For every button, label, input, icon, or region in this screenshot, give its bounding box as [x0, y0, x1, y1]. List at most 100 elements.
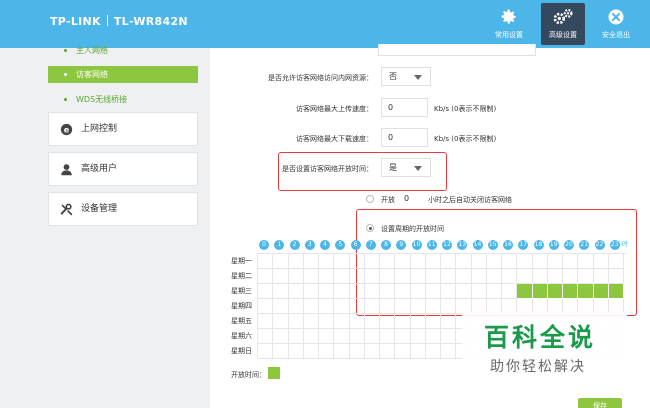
sidebar-menu-device-management[interactable]: 设备管理: [48, 192, 198, 226]
schedule-cell[interactable]: [364, 314, 380, 329]
schedule-cell[interactable]: [471, 269, 487, 284]
common-settings-button[interactable]: 常用设置: [487, 0, 531, 48]
schedule-cell[interactable]: [334, 299, 350, 314]
schedule-cell[interactable]: [486, 284, 502, 299]
schedule-cell[interactable]: [410, 284, 426, 299]
schedule-cell[interactable]: [578, 269, 594, 284]
schedule-cell[interactable]: [563, 254, 579, 269]
schedule-cell[interactable]: [425, 344, 441, 359]
schedule-cell-open[interactable]: [532, 284, 548, 299]
sidebar-item-host-network[interactable]: 主人网络: [48, 42, 198, 59]
schedule-cell[interactable]: [425, 269, 441, 284]
schedule-cell[interactable]: [425, 284, 441, 299]
schedule-cell[interactable]: [303, 269, 319, 284]
schedule-cell[interactable]: [273, 254, 289, 269]
schedule-cell[interactable]: [273, 299, 289, 314]
advanced-settings-button[interactable]: 高级设置: [541, 3, 585, 45]
schedule-cell[interactable]: [395, 254, 411, 269]
schedule-cell[interactable]: [547, 254, 563, 269]
schedule-cell[interactable]: [364, 269, 380, 284]
schedule-cell-open[interactable]: [593, 284, 609, 299]
day-label[interactable]: 星期一: [231, 256, 252, 266]
schedule-cell[interactable]: [349, 254, 365, 269]
hour-label[interactable]: 8: [381, 240, 391, 250]
schedule-cell[interactable]: [441, 329, 457, 344]
schedule-cell[interactable]: [319, 284, 335, 299]
schedule-cell[interactable]: [303, 314, 319, 329]
schedule-cell[interactable]: [441, 254, 457, 269]
schedule-cell[interactable]: [258, 299, 274, 314]
schedule-cell[interactable]: [547, 269, 563, 284]
save-button[interactable]: 保存: [578, 398, 622, 408]
day-label[interactable]: 星期三: [231, 286, 252, 296]
schedule-cell[interactable]: [334, 329, 350, 344]
schedule-cell[interactable]: [273, 284, 289, 299]
schedule-cell[interactable]: [380, 284, 396, 299]
day-label[interactable]: 星期二: [231, 271, 252, 281]
schedule-cell[interactable]: [502, 269, 518, 284]
schedule-cell[interactable]: [319, 299, 335, 314]
schedule-cell[interactable]: [349, 314, 365, 329]
schedule-cell[interactable]: [502, 254, 518, 269]
day-label[interactable]: 星期六: [231, 331, 252, 341]
schedule-cell[interactable]: [395, 329, 411, 344]
hour-label[interactable]: 11: [426, 240, 437, 250]
day-label[interactable]: 星期日: [231, 346, 252, 356]
schedule-cell[interactable]: [319, 269, 335, 284]
schedule-cell[interactable]: [410, 344, 426, 359]
schedule-cell[interactable]: [410, 314, 426, 329]
schedule-cell[interactable]: [258, 329, 274, 344]
schedule-cell[interactable]: [303, 254, 319, 269]
schedule-cell[interactable]: [288, 314, 304, 329]
day-label[interactable]: 星期五: [231, 316, 252, 326]
schedule-cell[interactable]: [486, 254, 502, 269]
schedule-cell[interactable]: [319, 344, 335, 359]
schedule-cell[interactable]: [349, 269, 365, 284]
schedule-cell[interactable]: [456, 284, 472, 299]
hour-label[interactable]: 3: [304, 240, 315, 250]
schedule-cell-open[interactable]: [608, 284, 624, 299]
hour-label[interactable]: 12: [442, 240, 452, 250]
schedule-cell[interactable]: [288, 269, 304, 284]
schedule-cell[interactable]: [395, 314, 411, 329]
hour-label[interactable]: 14: [472, 240, 483, 250]
schedule-cell[interactable]: [273, 344, 289, 359]
set-time-select[interactable]: 是: [381, 158, 431, 177]
schedule-cell[interactable]: [517, 269, 533, 284]
schedule-cell[interactable]: [258, 314, 274, 329]
schedule-cell[interactable]: [288, 299, 304, 314]
allow-intranet-select[interactable]: 否: [381, 67, 431, 86]
schedule-cell[interactable]: [502, 284, 518, 299]
schedule-cell[interactable]: [380, 269, 396, 284]
schedule-cell[interactable]: [258, 254, 274, 269]
schedule-cell[interactable]: [425, 254, 441, 269]
periodic-time-radio[interactable]: [366, 224, 374, 232]
schedule-cell[interactable]: [441, 284, 457, 299]
schedule-cell[interactable]: [456, 269, 472, 284]
schedule-cell[interactable]: [288, 344, 304, 359]
hour-label[interactable]: 6: [350, 240, 361, 250]
hour-label[interactable]: 16: [503, 240, 513, 250]
hour-label[interactable]: 4: [320, 240, 330, 250]
schedule-cell[interactable]: [288, 329, 304, 344]
hour-label[interactable]: 20: [564, 240, 574, 250]
schedule-cell[interactable]: [425, 299, 441, 314]
schedule-cell-open[interactable]: [578, 284, 594, 299]
schedule-cell[interactable]: [349, 284, 365, 299]
schedule-cell[interactable]: [364, 254, 380, 269]
schedule-cell[interactable]: [273, 329, 289, 344]
schedule-cell[interactable]: [349, 344, 365, 359]
sidebar-menu-internet-control[interactable]: e 上网控制: [48, 112, 198, 146]
schedule-cell[interactable]: [303, 299, 319, 314]
schedule-cell[interactable]: [608, 254, 624, 269]
schedule-cell[interactable]: [303, 284, 319, 299]
schedule-cell[interactable]: [380, 329, 396, 344]
schedule-cell[interactable]: [258, 269, 274, 284]
schedule-cell[interactable]: [380, 254, 396, 269]
schedule-cell[interactable]: [273, 269, 289, 284]
schedule-cell[interactable]: [593, 269, 609, 284]
schedule-cell[interactable]: [349, 329, 365, 344]
schedule-cell[interactable]: [608, 269, 624, 284]
schedule-cell[interactable]: [364, 344, 380, 359]
schedule-cell[interactable]: [395, 344, 411, 359]
